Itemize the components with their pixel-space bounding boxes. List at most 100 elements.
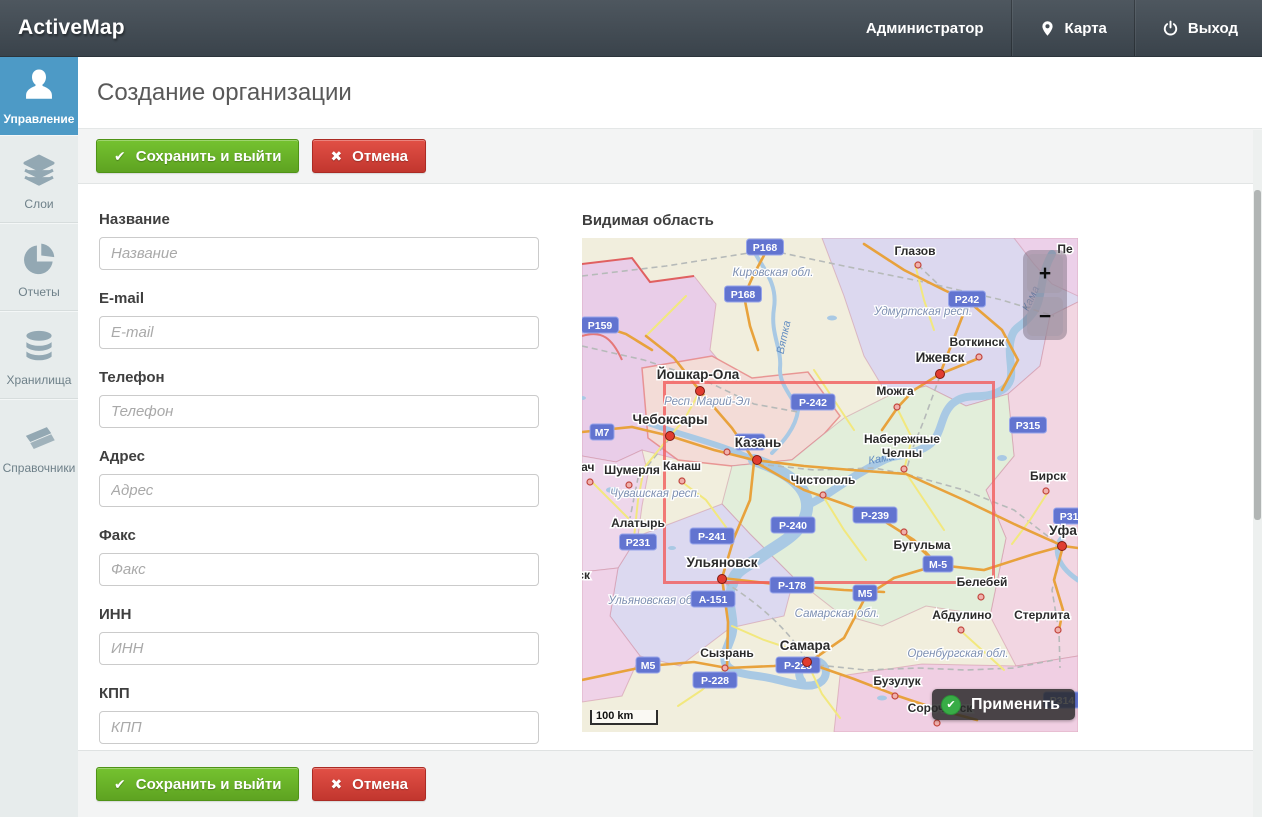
map-city-dot — [1043, 488, 1049, 494]
inn-input[interactable] — [99, 632, 539, 665]
sidebar-item-references[interactable]: Справочники — [0, 398, 78, 486]
name-input[interactable] — [99, 237, 539, 270]
map-region-label: Кировская обл. — [733, 267, 814, 279]
road-badge-label: P231 — [626, 537, 651, 549]
cancel-button-bottom[interactable]: ✖ Отмена — [312, 767, 426, 801]
map-city-label: Канаш — [663, 459, 701, 473]
map-city-dot — [718, 575, 727, 584]
map-city-label: Глазов — [894, 244, 935, 258]
map-city-label: Стерлита — [1014, 608, 1070, 622]
map-city-dot — [894, 404, 900, 410]
map-canvas[interactable]: Кировская обл.Удмуртская респ.Респ. Мари… — [582, 238, 1078, 732]
field-label-inn: ИНН — [99, 606, 539, 623]
map-city-label: Самара — [780, 638, 831, 653]
save-exit-button-bottom[interactable]: ✔ Сохранить и выйти — [96, 767, 299, 801]
save-exit-label: Сохранить и выйти — [136, 776, 282, 793]
zoom-out-button[interactable]: − — [1027, 297, 1063, 336]
map-section: Видимая область — [582, 211, 1078, 750]
road-badge-label: P315 — [1016, 420, 1041, 432]
sidebar-item-storages[interactable]: Хранилища — [0, 310, 78, 398]
scrollbar[interactable] — [1253, 130, 1262, 817]
map-link-label: Карта — [1065, 20, 1107, 37]
map-city-label: Сергач — [582, 460, 595, 474]
map-section-label: Видимая область — [582, 212, 1078, 229]
road-badge-label: М5 — [641, 660, 656, 672]
map-city-label: Сызрань — [700, 646, 754, 660]
fax-input[interactable] — [99, 553, 539, 586]
map-zoom-control: + − — [1023, 250, 1067, 340]
map-city-label: Белебей — [957, 575, 1008, 589]
map-city-dot — [976, 354, 982, 360]
road-badge-label: P159 — [588, 320, 613, 332]
sidebar-item-label: Отчеты — [2, 285, 76, 299]
map-city-label: Казань — [735, 435, 782, 450]
map-city-dot — [587, 479, 593, 485]
app-header: ActiveMap Администратор Карта Выход — [0, 0, 1262, 57]
field-label-name: Название — [99, 211, 539, 228]
sidebar-item-label: Хранилища — [2, 373, 76, 387]
sidebar-item-management[interactable]: Управление — [0, 57, 78, 135]
road-badge-label: М-5 — [929, 559, 947, 571]
map-city-dot — [901, 466, 907, 472]
map-region-label: Оренбургская обл. — [907, 648, 1008, 660]
map-city-dot — [892, 693, 898, 699]
map-city-label: Челны — [882, 446, 922, 460]
road-badge-label: P315 — [1060, 511, 1078, 523]
map-city-dot — [696, 387, 705, 396]
road-badge-label: Р-178 — [778, 580, 806, 592]
sidebar-item-label: Справочники — [2, 461, 76, 475]
map-city-dot — [934, 720, 940, 726]
pie-chart-icon — [2, 238, 76, 280]
map-city-label: Бузулук — [873, 674, 921, 688]
map-city-label: Бирск — [1030, 469, 1067, 483]
bottom-toolbar: ✔ Сохранить и выйти ✖ Отмена — [78, 750, 1262, 817]
address-input[interactable] — [99, 474, 539, 507]
road-badge-label: М5 — [858, 588, 873, 600]
road-badge-label: Р-239 — [861, 510, 889, 522]
field-label-email: E-mail — [99, 290, 539, 307]
check-circle-icon: ✔ — [941, 695, 961, 715]
sidebar-item-layers[interactable]: Слои — [0, 135, 78, 222]
main-panel: Создание организации ✔ Сохранить и выйти… — [78, 57, 1262, 817]
sidebar-item-reports[interactable]: Отчеты — [0, 222, 78, 310]
user-menu-link[interactable]: Администратор — [839, 0, 1011, 56]
map-city-dot — [1058, 542, 1067, 551]
map-pin-icon — [1039, 20, 1056, 37]
map-scale-label: 100 km — [596, 710, 633, 722]
cancel-button-top[interactable]: ✖ Отмена — [312, 139, 426, 173]
map-city-dot — [626, 482, 632, 488]
map-link[interactable]: Карта — [1012, 0, 1134, 56]
map-city-label: Йошкар-Ола — [657, 367, 740, 382]
map-city-label: Воткинск — [950, 335, 1006, 349]
phone-input[interactable] — [99, 395, 539, 428]
map-city-label: Шумерля — [604, 463, 660, 477]
road-badge-label: Р-228 — [701, 675, 729, 687]
top-toolbar: ✔ Сохранить и выйти ✖ Отмена — [78, 129, 1262, 184]
apply-button[interactable]: ✔ Применить — [932, 689, 1075, 720]
map-region-label: Респ. Марий-Эл — [664, 396, 750, 408]
save-exit-button-top[interactable]: ✔ Сохранить и выйти — [96, 139, 299, 173]
map-city-dot — [1055, 627, 1061, 633]
email-input[interactable] — [99, 316, 539, 349]
map-city-dot — [936, 370, 945, 379]
check-icon: ✔ — [114, 776, 126, 793]
map-city-dot — [666, 432, 675, 441]
map-city-label: Чистополь — [791, 473, 856, 487]
road-badge-label: Р-242 — [799, 397, 827, 409]
check-icon: ✔ — [114, 148, 126, 165]
content-area: НазваниеE-mailТелефонАдресФаксИННКПП Вид… — [78, 185, 1253, 750]
logout-link[interactable]: Выход — [1135, 0, 1262, 56]
map-region-label: Ульяновская обл. — [607, 595, 701, 607]
road-badge-label: P168 — [753, 242, 778, 254]
map-city-label: Уфа — [1049, 523, 1077, 538]
road-badge-label: Р-241 — [698, 531, 726, 543]
map-city-label: Алатырь — [611, 516, 665, 530]
zoom-in-button[interactable]: + — [1027, 254, 1063, 293]
kpp-input[interactable] — [99, 711, 539, 744]
scrollbar-thumb[interactable] — [1254, 190, 1261, 520]
user-icon — [2, 65, 76, 107]
books-icon — [2, 414, 76, 456]
sidebar-item-label: Слои — [2, 197, 76, 211]
road-badge-label: Р-240 — [779, 520, 807, 532]
header-nav: Администратор Карта Выход — [839, 0, 1262, 56]
